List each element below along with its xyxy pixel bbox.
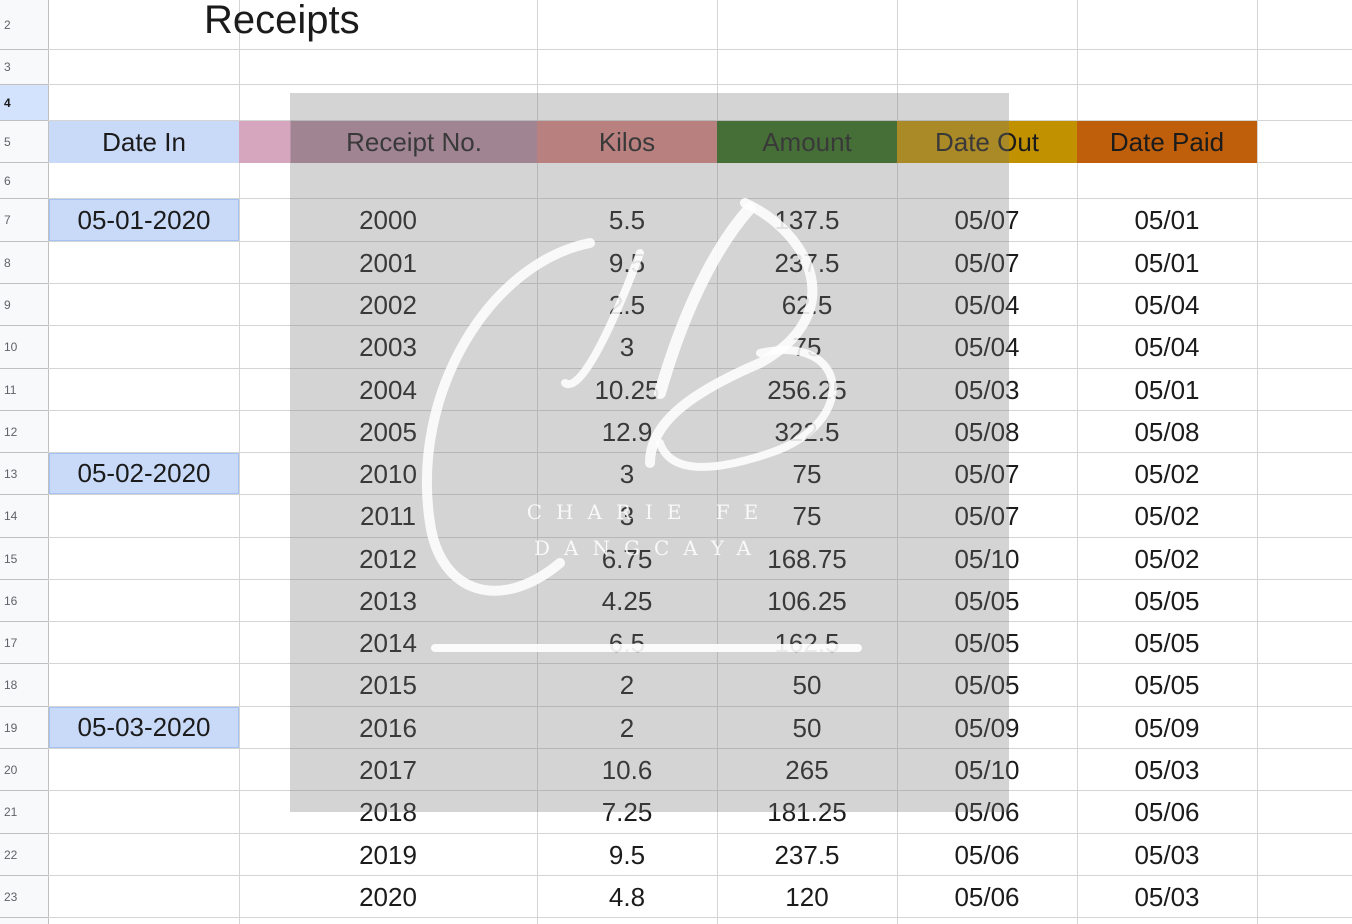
- date-paid-cell[interactable]: 05/02: [1077, 538, 1257, 580]
- date-paid-cell[interactable]: 05/03: [1077, 876, 1257, 918]
- date-in-cell[interactable]: 05-03-2020: [49, 707, 239, 748]
- row-gridline: [48, 49, 1352, 50]
- row-header[interactable]: 10: [0, 326, 48, 369]
- sheet-title[interactable]: Receipts: [49, 0, 537, 46]
- amount-cell[interactable]: 237.5: [717, 834, 897, 876]
- row-header[interactable]: 5: [0, 121, 48, 163]
- date-paid-cell[interactable]: 05/04: [1077, 326, 1257, 369]
- header-cell-date-paid[interactable]: Date Paid: [1077, 121, 1257, 163]
- date-paid-cell[interactable]: 05/01: [1077, 242, 1257, 284]
- date-in-cell[interactable]: 05-01-2020: [49, 199, 239, 241]
- row-header[interactable]: 23: [0, 876, 48, 918]
- row-header[interactable]: 18: [0, 664, 48, 707]
- row-header[interactable]: 13: [0, 453, 48, 495]
- header-cell-blank[interactable]: [239, 121, 291, 163]
- row-header[interactable]: 11: [0, 369, 48, 411]
- date-paid-cell[interactable]: 05/03: [1077, 749, 1257, 791]
- row-header[interactable]: 12: [0, 411, 48, 453]
- date-paid-cell[interactable]: 05/09: [1077, 707, 1257, 749]
- kilos-cell[interactable]: 9.5: [537, 834, 717, 876]
- header-cell-date-in[interactable]: Date In: [49, 121, 239, 163]
- date-out-cell[interactable]: 05/06: [897, 834, 1077, 876]
- row-header[interactable]: 16: [0, 580, 48, 622]
- row-header[interactable]: 3: [0, 50, 48, 85]
- date-paid-cell[interactable]: 05/05: [1077, 622, 1257, 664]
- date-paid-cell[interactable]: 05/02: [1077, 495, 1257, 538]
- date-in-cell[interactable]: 05-02-2020: [49, 453, 239, 494]
- row-header[interactable]: 14: [0, 495, 48, 538]
- date-paid-cell[interactable]: 05/06: [1077, 791, 1257, 834]
- date-paid-cell[interactable]: 05/04: [1077, 284, 1257, 326]
- spreadsheet: 2 3 4 5 6 7 8 9 10 11 12 13 14 15 16 17 18 19 20 21 22 23 Rec…: [0, 0, 1352, 924]
- row-header[interactable]: 22: [0, 834, 48, 876]
- row-header[interactable]: 17: [0, 622, 48, 664]
- amount-cell[interactable]: 120: [717, 876, 897, 918]
- row-header[interactable]: 19: [0, 707, 48, 749]
- date-paid-cell[interactable]: 05/01: [1077, 369, 1257, 411]
- date-paid-cell[interactable]: 05/05: [1077, 664, 1257, 707]
- column-gridline: [1257, 0, 1258, 924]
- kilos-cell[interactable]: 4.8: [537, 876, 717, 918]
- date-out-cell[interactable]: 05/06: [897, 876, 1077, 918]
- row-header[interactable]: 20: [0, 749, 48, 791]
- date-paid-cell[interactable]: 05/03: [1077, 834, 1257, 876]
- row-header[interactable]: 21: [0, 791, 48, 834]
- date-paid-cell[interactable]: 05/01: [1077, 199, 1257, 242]
- row-header[interactable]: 8: [0, 242, 48, 284]
- row-header[interactable]: 4: [0, 85, 48, 121]
- watermark-line-1: CHARIE FE: [526, 500, 773, 524]
- receipt-no-cell[interactable]: 2020: [239, 876, 537, 918]
- row-header[interactable]: 15: [0, 538, 48, 580]
- row-header[interactable]: 6: [0, 163, 48, 199]
- watermark-logo: [421, 198, 862, 652]
- receipt-no-cell[interactable]: 2019: [239, 834, 537, 876]
- date-paid-cell[interactable]: 05/02: [1077, 453, 1257, 495]
- date-paid-cell[interactable]: 05/05: [1077, 580, 1257, 622]
- row-header[interactable]: 9: [0, 284, 48, 326]
- row-gridline: [48, 84, 1352, 85]
- date-paid-cell[interactable]: 05/08: [1077, 411, 1257, 453]
- row-header[interactable]: 2: [0, 0, 48, 50]
- row-header[interactable]: 7: [0, 199, 48, 242]
- watermark-line-2: DANGCAYA: [534, 536, 765, 560]
